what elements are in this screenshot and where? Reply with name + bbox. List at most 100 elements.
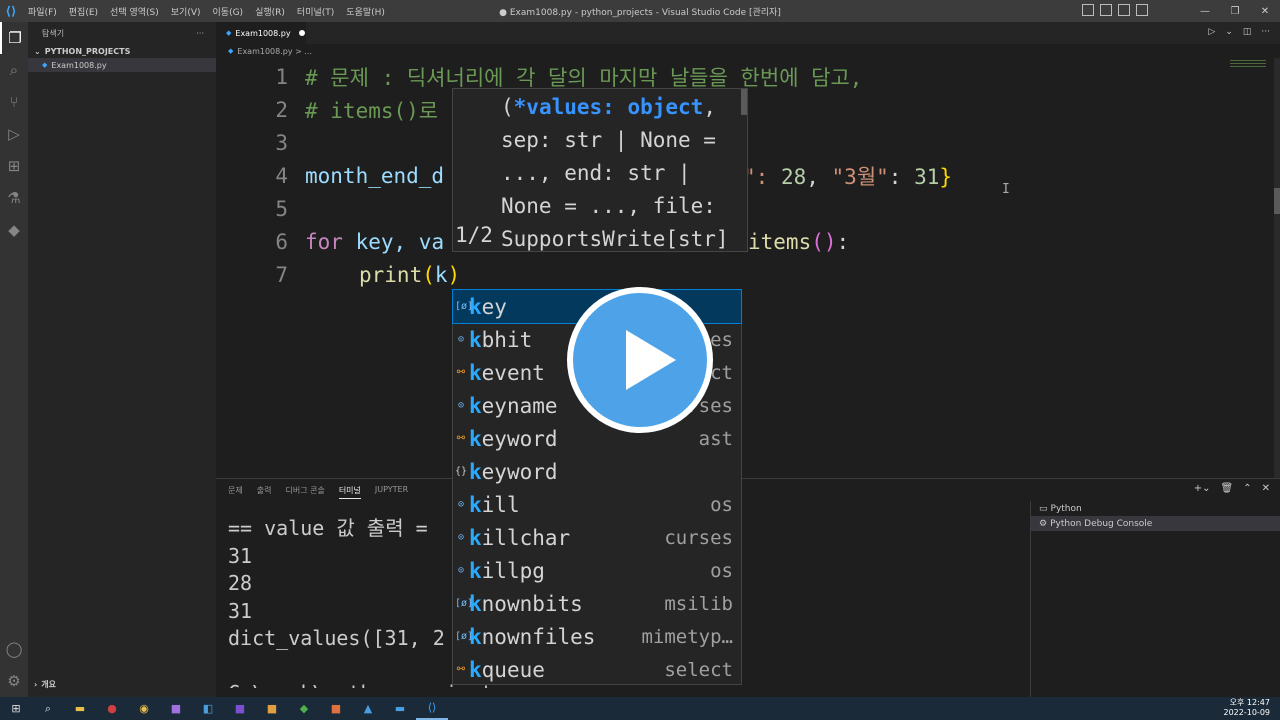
scrollbar-thumb[interactable]: [1274, 188, 1280, 214]
unsaved-dot-icon[interactable]: [298, 30, 305, 36]
suggestion-item[interactable]: {} k eyword: [453, 455, 741, 488]
line-text-tail: items():: [748, 230, 849, 254]
menu-help[interactable]: 도움말(H): [340, 5, 391, 18]
menu-view[interactable]: 보기(V): [165, 5, 207, 18]
customize-layout-icon[interactable]: [1136, 4, 1148, 16]
search-icon[interactable]: ⌕: [32, 697, 64, 720]
clock-date: 2022-10-09: [1223, 708, 1271, 717]
more-icon[interactable]: ···: [1261, 27, 1270, 37]
suggestion-item[interactable]: ⚯ k eyword ast: [453, 422, 741, 455]
panel-actions: +⌄ 🗑 ⌃ ✕: [1194, 483, 1270, 494]
close-icon[interactable]: ✕: [1250, 6, 1280, 17]
app-icon[interactable]: ■: [256, 697, 288, 720]
vscode-taskbar-icon[interactable]: ⟨⟩: [416, 697, 448, 720]
suggestion-label: nownfiles: [481, 624, 596, 649]
signature-scrollbar[interactable]: [741, 89, 747, 115]
tab-output[interactable]: 출력: [257, 485, 272, 499]
source-control-icon[interactable]: ⑂: [0, 86, 28, 118]
extensions-icon[interactable]: ⊞: [0, 150, 28, 182]
file-exam1008[interactable]: ◆ Exam1008.py: [28, 58, 216, 72]
suggestion-item[interactable]: [ø] k nownfiles mimetyp…: [453, 620, 741, 653]
app-icon[interactable]: ▲: [352, 697, 384, 720]
debug-icon: ⚙: [1039, 518, 1048, 529]
maximize-panel-icon[interactable]: ⌃: [1243, 483, 1251, 494]
breadcrumb-path[interactable]: Exam1008.py > ...: [237, 47, 312, 56]
menu-go[interactable]: 이동(G): [207, 5, 250, 18]
editor-scrollbar[interactable]: [1274, 58, 1280, 478]
outline-section[interactable]: › 개요: [28, 677, 56, 691]
toggle-secondary-sidebar-icon[interactable]: [1118, 4, 1130, 16]
suggestion-item[interactable]: ⊙ k ill os: [453, 488, 741, 521]
menu-terminal[interactable]: 터미널(T): [291, 5, 340, 18]
minimap[interactable]: [1230, 60, 1266, 70]
settings-gear-icon[interactable]: ⚙: [0, 665, 28, 697]
run-debug-icon[interactable]: ▷: [0, 118, 28, 150]
split-icon[interactable]: ◫: [1243, 27, 1252, 37]
suggestion-item[interactable]: ⚯ k queue select: [453, 653, 741, 686]
code-editor[interactable]: I 1 # 문제 : 딕셔너리에 각 달의 마지막 날들을 한번에 담고, 2 …: [216, 58, 1280, 478]
app-icon[interactable]: ◧: [192, 697, 224, 720]
search-icon[interactable]: ⌕: [0, 54, 28, 86]
vscode-logo-icon: ⟨⟩: [5, 4, 17, 18]
menu-selection[interactable]: 선택 영역(S): [104, 5, 165, 18]
testing-icon[interactable]: ⚗: [0, 182, 28, 214]
explorer-icon[interactable]: ❐: [0, 22, 28, 54]
menu-run[interactable]: 실행(R): [249, 5, 291, 18]
tab-jupyter[interactable]: JUPYTER: [375, 485, 408, 499]
suggestion-label: queue: [481, 657, 545, 682]
paren: ): [447, 262, 461, 287]
tab-exam1008[interactable]: ◆ Exam1008.py: [216, 22, 306, 44]
toggle-panel-icon[interactable]: [1100, 4, 1112, 16]
paren: (): [811, 229, 837, 254]
tab-label: Exam1008.py: [235, 28, 291, 38]
menu-edit[interactable]: 편집(E): [63, 5, 104, 18]
video-play-button[interactable]: [567, 287, 713, 433]
activity-bar: ❐ ⌕ ⑂ ▷ ⊞ ⚗ ◆ ◯ ⚙: [0, 22, 28, 697]
bottom-panel: 문제 출력 디버그 콘솔 터미널 JUPYTER +⌄ 🗑 ⌃ ✕ == val…: [216, 478, 1280, 698]
folder-python-projects[interactable]: ⌄ PYTHON_PROJECTS: [28, 44, 216, 58]
dict-colon: :: [888, 164, 915, 189]
minimize-icon[interactable]: —: [1190, 6, 1220, 17]
suggestion-item[interactable]: ⊙ k illpg os: [453, 554, 741, 587]
kill-terminal-icon[interactable]: 🗑: [1221, 483, 1234, 494]
suggestion-item[interactable]: ⊙ k illchar curses: [453, 521, 741, 554]
tab-problems[interactable]: 문제: [228, 485, 243, 499]
tab-debug-console[interactable]: 디버그 콘솔: [285, 485, 324, 499]
layout-controls: [1082, 4, 1148, 16]
close-panel-icon[interactable]: ✕: [1262, 483, 1270, 494]
menu-file[interactable]: 파일(F): [22, 5, 63, 18]
account-icon[interactable]: ◯: [0, 633, 28, 665]
system-clock[interactable]: 오후 12:47 2022-10-09: [1224, 698, 1271, 718]
toggle-sidebar-icon[interactable]: [1082, 4, 1094, 16]
tab-terminal[interactable]: 터미널: [338, 485, 361, 499]
breadcrumb: ◆ Exam1008.py > ...: [216, 44, 312, 58]
more-actions-icon[interactable]: ···: [196, 29, 204, 38]
run-file-icon[interactable]: ▷: [1208, 27, 1215, 37]
app-icon[interactable]: ▬: [384, 697, 416, 720]
python-icon[interactable]: ◆: [0, 214, 28, 246]
suggestion-source: ast: [698, 427, 733, 450]
suggestion-item[interactable]: [ø] k nownbits msilib: [453, 587, 741, 620]
chrome-icon[interactable]: ◉: [128, 697, 160, 720]
explorer-sidebar: 탐색기 ··· ⌄ PYTHON_PROJECTS ◆ Exam1008.py …: [28, 22, 216, 697]
app-icon[interactable]: ■: [160, 697, 192, 720]
app-icon[interactable]: ◆: [288, 697, 320, 720]
terminal-name: Python Debug Console: [1050, 518, 1153, 529]
chevron-right-icon: ›: [34, 679, 38, 689]
start-icon[interactable]: ⊞: [0, 697, 32, 720]
restore-icon[interactable]: ❐: [1220, 6, 1250, 17]
file-label: Exam1008.py: [51, 60, 107, 70]
app-icon[interactable]: ■: [320, 697, 352, 720]
split-editor-icon[interactable]: ⌄: [1225, 27, 1233, 37]
terminal-instance[interactable]: ⚙ Python Debug Console: [1031, 516, 1280, 531]
panel-tabs: 문제 출력 디버그 콘솔 터미널 JUPYTER: [228, 485, 408, 499]
suggestion-label: illpg: [481, 558, 545, 583]
overload-counter[interactable]: 1/2: [455, 223, 493, 247]
app-icon[interactable]: ■: [224, 697, 256, 720]
new-terminal-icon[interactable]: +⌄: [1194, 483, 1211, 494]
sidebar-title: 탐색기: [42, 28, 65, 38]
file-explorer-icon[interactable]: ▬: [64, 697, 96, 720]
terminal-instance[interactable]: ▭ Python: [1031, 501, 1280, 516]
suggestion-label: bhit: [481, 327, 533, 352]
app-icon[interactable]: ●: [96, 697, 128, 720]
